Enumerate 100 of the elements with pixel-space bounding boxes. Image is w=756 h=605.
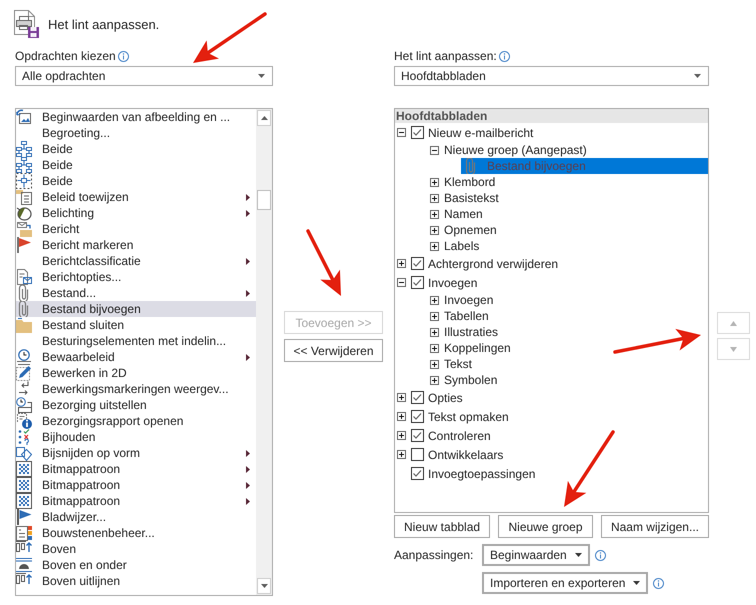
- reset-menu-button[interactable]: Beginwaarden: [482, 544, 590, 566]
- command-item[interactable]: Bitmappatroon: [16, 461, 256, 477]
- shape-between-lines-icon: [16, 557, 32, 573]
- command-item[interactable]: Bewerken in 2D: [16, 365, 256, 381]
- clock-icon: [16, 397, 32, 413]
- tree-item[interactable]: Basistekst: [428, 190, 708, 206]
- plus-box-icon[interactable]: [430, 360, 439, 368]
- tree-item[interactable]: Symbolen: [428, 372, 708, 388]
- scroll-down-button[interactable]: [257, 578, 271, 594]
- tree-item[interactable]: Controleren: [395, 426, 708, 445]
- tree-item[interactable]: Tekst: [428, 356, 708, 372]
- plus-box-icon[interactable]: [430, 226, 439, 234]
- hierarchy-icon: [16, 173, 32, 189]
- minus-box-icon[interactable]: [430, 146, 439, 154]
- tree-item[interactable]: Illustraties: [428, 324, 708, 340]
- plus-box-icon[interactable]: [430, 344, 439, 352]
- plus-box-icon[interactable]: [430, 178, 439, 186]
- command-item[interactable]: Boven uitlijnen: [16, 573, 256, 589]
- command-item[interactable]: Berichtopties...: [16, 269, 256, 285]
- tree-item[interactable]: Invoegen: [395, 273, 708, 292]
- command-item[interactable]: Bezorging uitstellen: [16, 397, 256, 413]
- command-item[interactable]: Boven: [16, 541, 256, 557]
- command-item[interactable]: Bitmappatroon: [16, 477, 256, 493]
- checkbox[interactable]: [411, 257, 424, 270]
- scrollbar-thumb[interactable]: [257, 190, 271, 210]
- tree-item[interactable]: Tabellen: [428, 308, 708, 324]
- command-item[interactable]: Belichting: [16, 205, 256, 221]
- command-item[interactable]: Berichtclassificatie: [16, 253, 256, 269]
- tree-item[interactable]: Namen: [428, 206, 708, 222]
- checkbox[interactable]: [411, 276, 424, 289]
- tree-item[interactable]: Labels: [428, 238, 708, 254]
- folder-icon: [16, 317, 32, 333]
- command-item[interactable]: Beide: [16, 173, 256, 189]
- tree-item[interactable]: Nieuwe groep (Aangepast): [428, 142, 708, 158]
- minus-box-icon[interactable]: [397, 278, 406, 287]
- commands-dropdown[interactable]: Alle opdrachten: [15, 66, 273, 86]
- command-item[interactable]: Besturingselementen met indelin...: [16, 333, 256, 349]
- plus-box-icon[interactable]: [430, 210, 439, 218]
- plus-box-icon[interactable]: [397, 412, 406, 421]
- scrollbar[interactable]: [256, 109, 272, 595]
- tree-item[interactable]: Achtergrond verwijderen: [395, 254, 708, 273]
- list-icon: [16, 525, 32, 541]
- tree-item[interactable]: Koppelingen: [428, 340, 708, 356]
- tree-item[interactable]: Opnemen: [428, 222, 708, 238]
- caret-down-icon: [258, 74, 265, 78]
- plus-box-icon[interactable]: [430, 376, 439, 384]
- command-item[interactable]: Beleid toewijzen: [16, 189, 256, 205]
- import-export-menu-button[interactable]: Importeren en exporteren: [482, 572, 648, 594]
- tree-item[interactable]: Nieuw e-mailbericht: [395, 123, 708, 142]
- scroll-up-button[interactable]: [257, 110, 271, 126]
- command-item[interactable]: Bewerkingsmarkeringen weergev...: [16, 381, 256, 397]
- checkbox[interactable]: [411, 126, 424, 139]
- plus-box-icon[interactable]: [397, 431, 406, 440]
- plus-box-icon[interactable]: [397, 450, 406, 459]
- caret-down-icon: [260, 584, 268, 588]
- new-group-button[interactable]: Nieuwe groep: [498, 515, 593, 538]
- command-item[interactable]: Bijsnijden op vorm: [16, 445, 256, 461]
- command-item[interactable]: Bladwijzer...: [16, 509, 256, 525]
- rename-button[interactable]: Naam wijzigen...: [600, 515, 709, 538]
- tree-item[interactable]: Ontwikkelaars: [395, 445, 708, 464]
- command-item[interactable]: Bezorgingsrapport openen: [16, 413, 256, 429]
- checkbox[interactable]: [411, 429, 424, 442]
- tree-item[interactable]: Klembord: [428, 174, 708, 190]
- command-item[interactable]: Bericht: [16, 221, 256, 237]
- checkbox[interactable]: [411, 467, 424, 480]
- tree-item[interactable]: Invoegtoepassingen: [395, 464, 708, 483]
- command-item[interactable]: Bouwstenenbeheer...: [16, 525, 256, 541]
- plus-box-icon[interactable]: [430, 328, 439, 336]
- minus-box-icon[interactable]: [397, 128, 406, 137]
- square-diamond-icon: [16, 445, 32, 461]
- checkbox[interactable]: [411, 410, 424, 423]
- command-item[interactable]: Beide: [16, 141, 256, 157]
- command-item[interactable]: Beide: [16, 157, 256, 173]
- field-label: Aanpassingen:: [394, 547, 474, 564]
- plus-box-icon[interactable]: [430, 194, 439, 202]
- command-item[interactable]: Bitmappatroon: [16, 493, 256, 509]
- tree-item[interactable]: Tekst opmaken: [395, 407, 708, 426]
- command-item[interactable]: Bestand bijvoegen: [16, 301, 256, 317]
- ribbon-dropdown[interactable]: Hoofdtabbladen: [394, 66, 709, 86]
- checkbox[interactable]: [411, 391, 424, 404]
- plus-box-icon[interactable]: [397, 393, 406, 402]
- command-item[interactable]: Bijhouden: [16, 429, 256, 445]
- tree-item[interactable]: Opties: [395, 388, 708, 407]
- command-item[interactable]: Beginwaarden van afbeelding en ...: [16, 109, 256, 125]
- command-item[interactable]: Bericht markeren: [16, 237, 256, 253]
- plus-box-icon[interactable]: [430, 296, 439, 304]
- document-icon: [16, 269, 32, 285]
- remove-button[interactable]: << Verwijderen: [284, 339, 383, 362]
- checkbox[interactable]: [411, 448, 424, 461]
- command-item[interactable]: Boven en onder: [16, 557, 256, 573]
- command-item[interactable]: Bestand...: [16, 285, 256, 301]
- tree-item[interactable]: Invoegen: [428, 292, 708, 308]
- plus-box-icon[interactable]: [430, 242, 439, 250]
- command-item[interactable]: Bewaarbeleid: [16, 349, 256, 365]
- new-tab-button[interactable]: Nieuw tabblad: [394, 515, 490, 538]
- command-item[interactable]: Bestand sluiten: [16, 317, 256, 333]
- plus-box-icon[interactable]: [397, 259, 406, 268]
- caret-down-icon: [694, 74, 701, 78]
- command-item[interactable]: Begroeting...: [16, 125, 256, 141]
- plus-box-icon[interactable]: [430, 312, 439, 320]
